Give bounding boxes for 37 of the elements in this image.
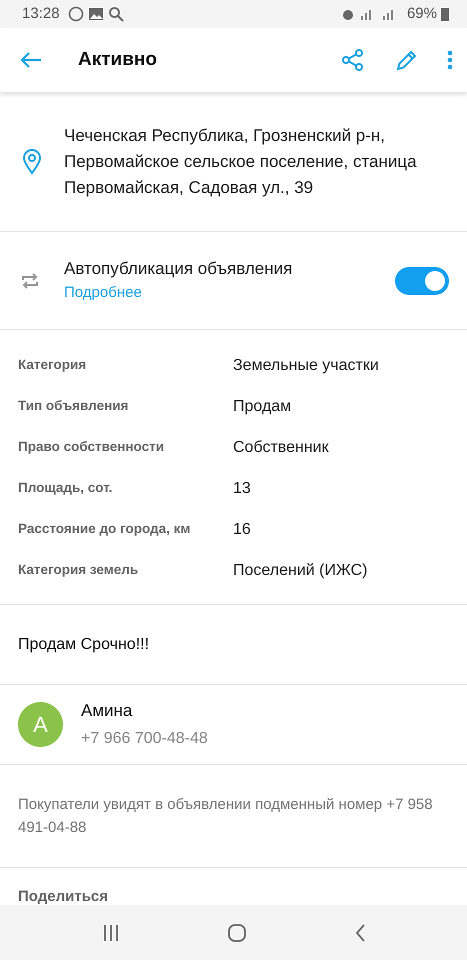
edit-pencil-icon[interactable] [395, 48, 419, 72]
contact-phone: +7 966 700-48-48 [81, 729, 208, 750]
detail-value: 13 [233, 478, 251, 498]
contact-avatar: А [18, 702, 63, 747]
more-menu-icon[interactable] [447, 50, 453, 70]
image-icon [88, 7, 104, 21]
share-heading: Поделиться [18, 888, 108, 905]
detail-value: Земельные участки [233, 356, 379, 376]
detail-label: Площадь, сот. [18, 479, 114, 498]
home-icon[interactable] [226, 922, 246, 942]
detail-label: Категория земель [18, 561, 140, 580]
detail-label: Категория [18, 356, 88, 374]
address-text: Чеченская Республика, Грозненский р-н, Первомайское сельское поселение, станица Первомайская, Садовая ул., 39 [64, 124, 418, 198]
back-arrow-icon[interactable] [20, 51, 42, 69]
repeat-icon [20, 270, 40, 290]
location-pin-icon [22, 148, 42, 174]
detail-label: Тип объявления [18, 397, 130, 416]
page-title: Активно [78, 48, 157, 72]
autopublish-toggle[interactable] [395, 266, 449, 294]
detail-value: Собственник [233, 438, 329, 458]
detail-value: Поселений (ИЖС) [233, 560, 368, 580]
back-icon[interactable] [354, 922, 366, 942]
detail-label: Расстояние до города, км [18, 520, 192, 538]
share-icon[interactable] [341, 48, 365, 72]
battery-percent: 69% [406, 4, 437, 24]
description-text: Продам Срочно!!! [18, 634, 150, 654]
search-icon [108, 6, 124, 22]
detail-value: Продам [233, 396, 292, 416]
contact-name: Амина [81, 700, 134, 722]
more-info-link[interactable]: Подробнее [64, 284, 142, 302]
detail-value: 16 [233, 520, 251, 540]
status-time: 13:28 [22, 4, 60, 24]
autopublish-label: Автопубликация объявления [64, 258, 294, 280]
substitute-number-note: Покупатели увидят в объявлении подменный номер +7 958 491-04-88 [18, 795, 434, 838]
battery-icon [441, 7, 449, 21]
recent-apps-icon[interactable] [102, 924, 120, 942]
detail-label: Право собственности [18, 438, 166, 456]
